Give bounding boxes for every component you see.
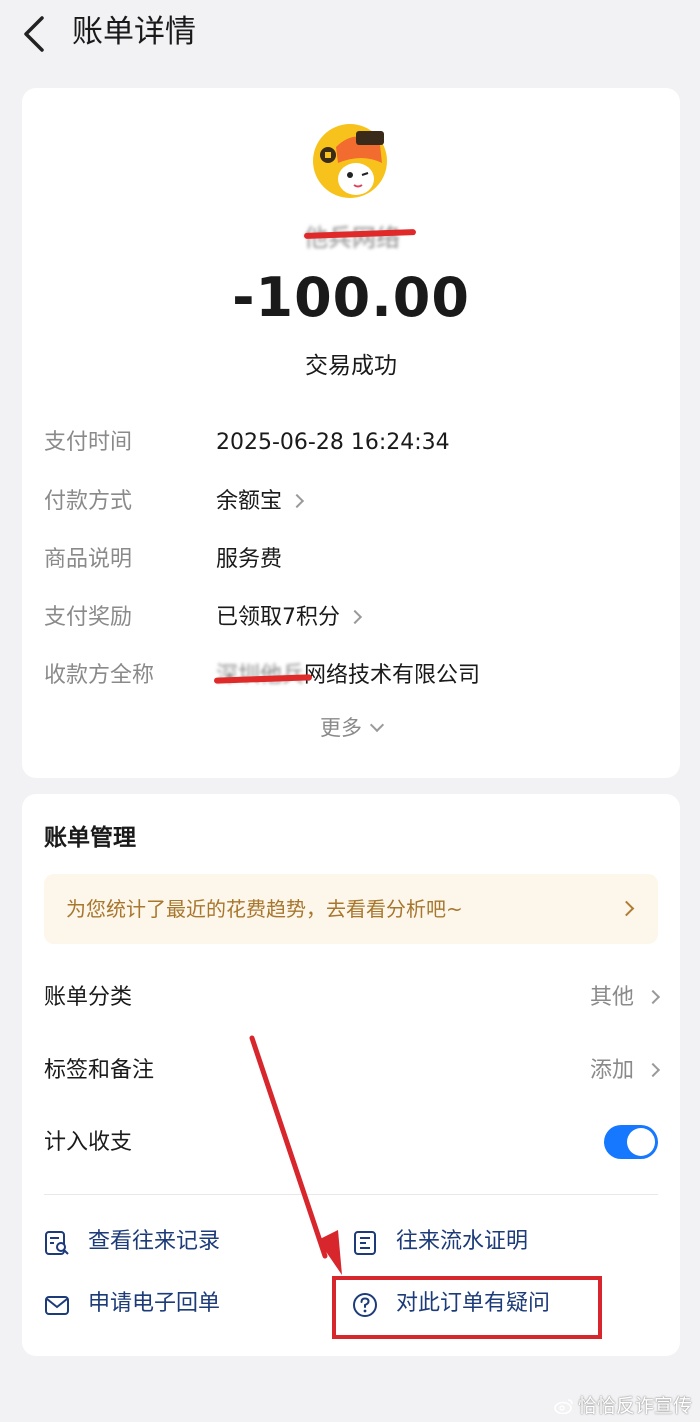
detail-row-payment-method[interactable]: 付款方式 余额宝: [44, 482, 664, 522]
page-title: 账单详情: [72, 14, 196, 50]
watermark-text: 恰恰反诈宣传: [577, 1395, 692, 1417]
divider: [44, 1194, 658, 1195]
chevron-down-icon: [369, 717, 385, 733]
more-label: 更多: [320, 716, 362, 740]
category-value: 其他: [589, 985, 634, 1010]
row-label: 标签和备注: [44, 1058, 155, 1083]
section-title: 账单管理: [44, 825, 136, 851]
envelope-icon: [45, 1296, 69, 1315]
detail-row-label: 支付奖励: [44, 605, 133, 630]
row-label: 计入收支: [44, 1130, 133, 1155]
tags-value: 添加: [589, 1058, 634, 1083]
spending-trend-banner[interactable]: 为您统计了最近的花费趋势，去看看分析吧~: [44, 874, 658, 944]
statement-doc-icon: [354, 1231, 376, 1255]
chevron-right-icon: [289, 493, 305, 509]
payee-name-visible: 网络技术有限公司: [304, 663, 481, 688]
back-arrow-icon[interactable]: [18, 14, 52, 54]
detail-row-label: 支付时间: [44, 430, 133, 455]
transaction-detail-card: 他兵网络 -100.00 交易成功 支付时间 2025-06-28 16:24:…: [22, 88, 680, 778]
detail-row-label: 商品说明: [44, 547, 133, 572]
transaction-status: 交易成功: [305, 353, 397, 379]
chevron-right-icon: [618, 900, 635, 917]
bill-management-card: 账单管理 为您统计了最近的花费趋势，去看看分析吧~ 账单分类 其他 标签和备注 …: [22, 794, 680, 1356]
annotation-highlight-box: [332, 1276, 602, 1339]
include-in-stats-toggle[interactable]: [604, 1125, 658, 1159]
include-in-stats-row: 计入收支: [44, 1121, 658, 1165]
weibo-logo-icon: [554, 1399, 573, 1414]
detail-row-product: 商品说明 服务费: [44, 540, 664, 580]
detail-row-reward[interactable]: 支付奖励 已领取7积分: [44, 598, 664, 638]
detail-row-label: 收款方全称: [44, 663, 155, 688]
detail-row-pay-time: 支付时间 2025-06-28 16:24:34: [44, 423, 664, 463]
transaction-amount: -100.00: [232, 266, 470, 329]
detail-row-label: 付款方式: [44, 489, 133, 514]
action-label: 往来流水证明: [396, 1229, 529, 1254]
banner-text: 为您统计了最近的花费趋势，去看看分析吧~: [66, 897, 463, 921]
action-label: 申请电子回单: [88, 1291, 221, 1316]
detail-row-value: 2025-06-28 16:24:34: [216, 430, 450, 455]
detail-row-value: 服务费: [216, 547, 283, 572]
detail-row-payee: 收款方全称 深圳他兵网络技术有限公司: [44, 656, 664, 696]
e-receipt-button[interactable]: 申请电子回单: [44, 1284, 304, 1324]
chevron-right-icon: [645, 1062, 661, 1078]
detail-row-value: 余额宝: [216, 489, 283, 514]
tags-notes-row[interactable]: 标签和备注 添加: [44, 1049, 661, 1093]
statement-proof-button[interactable]: 往来流水证明: [352, 1222, 612, 1262]
bill-category-row[interactable]: 账单分类 其他: [44, 976, 661, 1020]
record-search-icon: [45, 1231, 69, 1255]
action-label: 查看往来记录: [88, 1229, 221, 1254]
more-toggle[interactable]: 更多: [22, 712, 680, 742]
toggle-knob: [627, 1128, 655, 1156]
watermark: 恰恰反诈宣传: [554, 1391, 692, 1418]
row-value: 添加: [589, 1049, 661, 1093]
top-bar: 账单详情: [0, 0, 700, 70]
chevron-right-icon: [645, 989, 661, 1005]
payment-method-link[interactable]: 余额宝: [216, 482, 305, 522]
chevron-right-icon: [347, 609, 363, 625]
reward-link[interactable]: 已领取7积分: [216, 598, 363, 638]
view-records-button[interactable]: 查看往来记录: [44, 1222, 304, 1262]
row-label: 账单分类: [44, 985, 133, 1010]
row-value: 其他: [589, 976, 661, 1020]
detail-row-value: 已领取7积分: [216, 605, 340, 630]
merchant-avatar[interactable]: [312, 123, 388, 199]
